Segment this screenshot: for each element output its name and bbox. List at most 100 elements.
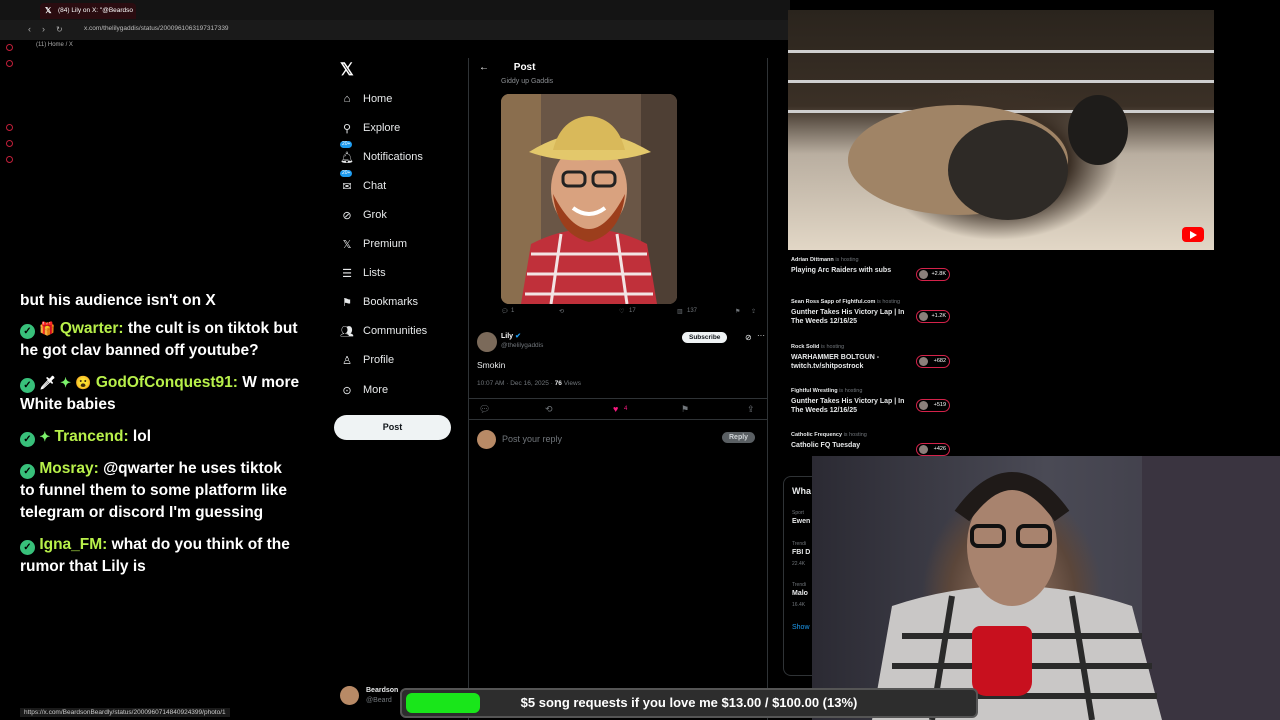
more-icon: ⊙ (342, 384, 352, 397)
sidebar-icon[interactable] (6, 156, 13, 163)
reply-input[interactable]: Post your reply (502, 434, 562, 444)
host-name: Catholic Frequency (791, 432, 843, 438)
post-author: Lily ✔ @thelilygaddis Subscribe ⊘ ··· (477, 330, 765, 354)
x-logo-icon: 𝕏 (45, 6, 52, 15)
sidebar-item-bookmarks[interactable]: ⚑ Bookmarks (340, 292, 418, 312)
sidebar-item-more[interactable]: ⊙ More (340, 380, 388, 400)
sidebar-item-home[interactable]: ⌂ Home (340, 89, 393, 109)
sidebar-item-explore[interactable]: ⚲ Explore (340, 118, 400, 138)
host-name: Sean Ross Sapp of Fightful.com (791, 299, 876, 305)
reply-icon[interactable]: 💬︎ (479, 404, 490, 415)
sidebar-icon[interactable] (6, 60, 13, 67)
like-icon[interactable]: ♥ (613, 404, 618, 414)
count-text: +519 (933, 402, 946, 408)
sidebar-icon[interactable] (6, 124, 13, 131)
avatar (919, 270, 928, 279)
post-photo[interactable] (501, 94, 677, 304)
chat-username[interactable]: Mosray: (39, 460, 98, 477)
sidebar-item-label: Communities (363, 325, 428, 337)
live-title: Gunther Takes His Victory Lap | In The W… (791, 309, 905, 325)
x-logo-icon[interactable]: 𝕏 (340, 60, 354, 80)
host-status: is hosting (839, 388, 863, 394)
show-more-link[interactable]: Show (792, 624, 810, 631)
sidebar-item-notifications[interactable]: 20+ 🔔︎ Notifications (340, 141, 423, 167)
sidebar-item-premium[interactable]: 𝕏 Premium (340, 234, 407, 254)
host-name: Adrian Dittmann (791, 257, 834, 263)
bookmark-item[interactable]: (11) Home / X (36, 42, 73, 48)
chat-message: ✓ Igna_FM: what do you think of the rumo… (20, 534, 300, 578)
subscribe-button[interactable]: Subscribe (682, 332, 728, 343)
live-host: Sean Ross Sapp of Fightful.com is hostin… (791, 299, 900, 305)
live-listener-count: +519 (916, 399, 950, 412)
gift-badge-icon: 🎁 (39, 321, 56, 336)
live-listener-count: +1.2K (916, 310, 950, 323)
author-handle[interactable]: @thelilygaddis (501, 342, 543, 349)
reload-icon[interactable]: ↻ (56, 25, 63, 34)
sidebar-item-label: Home (363, 93, 393, 105)
live-space-item[interactable]: Fightful Wrestling is hosting Gunther Ta… (791, 388, 951, 426)
avatar[interactable] (477, 332, 497, 352)
live-title: WARHAMMER BOLTGUN - twitch.tv/shitpostro… (791, 354, 880, 370)
back-arrow-icon[interactable]: ← (479, 62, 489, 73)
browser-tab[interactable]: 𝕏 (84) Lily on X: "@Beardso (40, 3, 136, 19)
back-icon[interactable]: ‹ (28, 24, 31, 34)
bookmark-icon: ⚑ (342, 296, 352, 309)
post-time[interactable]: 10:07 AM · Dec 16, 2025 · (477, 380, 555, 387)
browser-sidebar (0, 40, 20, 190)
trend-title[interactable]: FBI D (792, 549, 810, 556)
host-status: is hosting (835, 257, 859, 263)
chat-count: 20+ (340, 170, 353, 177)
share-icon[interactable]: ⇪ (751, 308, 756, 315)
trends-panel: Wha Sport Ewen Trendi FBI D 22.4K Trendi… (783, 476, 813, 676)
sidebar-item-profile[interactable]: ♙ Profile (340, 350, 394, 370)
chat-username[interactable]: Trancend: (55, 428, 129, 445)
sidebar-item-chat[interactable]: 20+ ✉ Chat (340, 170, 386, 196)
post-button[interactable]: Post (334, 415, 451, 440)
live-space-item[interactable]: Adrian Dittmann is hosting Playing Arc R… (791, 257, 951, 295)
grok-icon[interactable]: ⊘ (745, 333, 752, 342)
sparkle-badge-icon: ✦ (60, 375, 72, 390)
host-status: is hosting (843, 432, 867, 438)
sidebar-item-label: Notifications (363, 151, 423, 163)
count-text: +682 (933, 358, 946, 364)
sidebar-item-label: More (363, 384, 389, 396)
author-name[interactable]: Lily ✔ (501, 332, 521, 340)
url-input[interactable]: x.com/thelilygaddis/status/2000961063197… (84, 25, 229, 32)
reply-button[interactable]: Reply (722, 432, 756, 443)
x-icon: 𝕏 (342, 238, 352, 251)
avatar (340, 686, 359, 705)
stream-chat: but his audience isn't on X ✓ 🎁 Qwarter:… (20, 294, 300, 588)
forward-icon[interactable]: › (42, 24, 45, 34)
count-text: +2.8K (931, 271, 946, 277)
chat-username[interactable]: Igna_FM: (39, 536, 107, 553)
sidebar-icon[interactable] (6, 44, 13, 51)
sidebar-item-label: Profile (363, 354, 395, 366)
sidebar-item-label: Premium (363, 238, 408, 250)
sidebar-item-communities[interactable]: 👥︎ Communities (340, 321, 427, 341)
live-space-item[interactable]: Sean Ross Sapp of Fightful.com is hostin… (791, 299, 951, 337)
bookmark-icon[interactable]: ⚑ (735, 308, 740, 315)
trend-title[interactable]: Ewen (792, 518, 810, 525)
home-icon: ⌂ (343, 93, 351, 105)
chat-username[interactable]: GodOfConquest91: (96, 374, 238, 391)
sidebar-item-label: Grok (363, 209, 387, 221)
chat-text: but his audience isn't on X (20, 294, 216, 308)
reply-icon[interactable]: 💬︎ (501, 308, 509, 315)
live-space-item[interactable]: Rock Solid is hosting WARHAMMER BOLTGUN … (791, 344, 951, 382)
photo-image (501, 94, 677, 304)
chat-username[interactable]: Qwarter: (60, 320, 124, 337)
views-icon[interactable]: ▥ (677, 308, 683, 315)
sidebar-icon[interactable] (6, 140, 13, 147)
trend-title[interactable]: Malo (792, 590, 808, 597)
sidebar-item-lists[interactable]: ☰ Lists (340, 263, 386, 283)
repost-icon[interactable]: ⟲ (559, 308, 564, 315)
more-options-icon[interactable]: ··· (757, 331, 765, 340)
like-icon[interactable]: ♡ (619, 308, 624, 315)
repost-icon[interactable]: ⟲ (545, 404, 553, 415)
avatar (919, 401, 928, 410)
bookmark-icon[interactable]: ⚑ (681, 404, 689, 415)
sidebar-item-grok[interactable]: ⊘ Grok (340, 205, 387, 225)
host-status: is hosting (820, 344, 845, 350)
goal-text: $5 song requests if you love me $13.00 /… (520, 695, 858, 710)
share-icon[interactable]: ⇪ (747, 404, 755, 415)
